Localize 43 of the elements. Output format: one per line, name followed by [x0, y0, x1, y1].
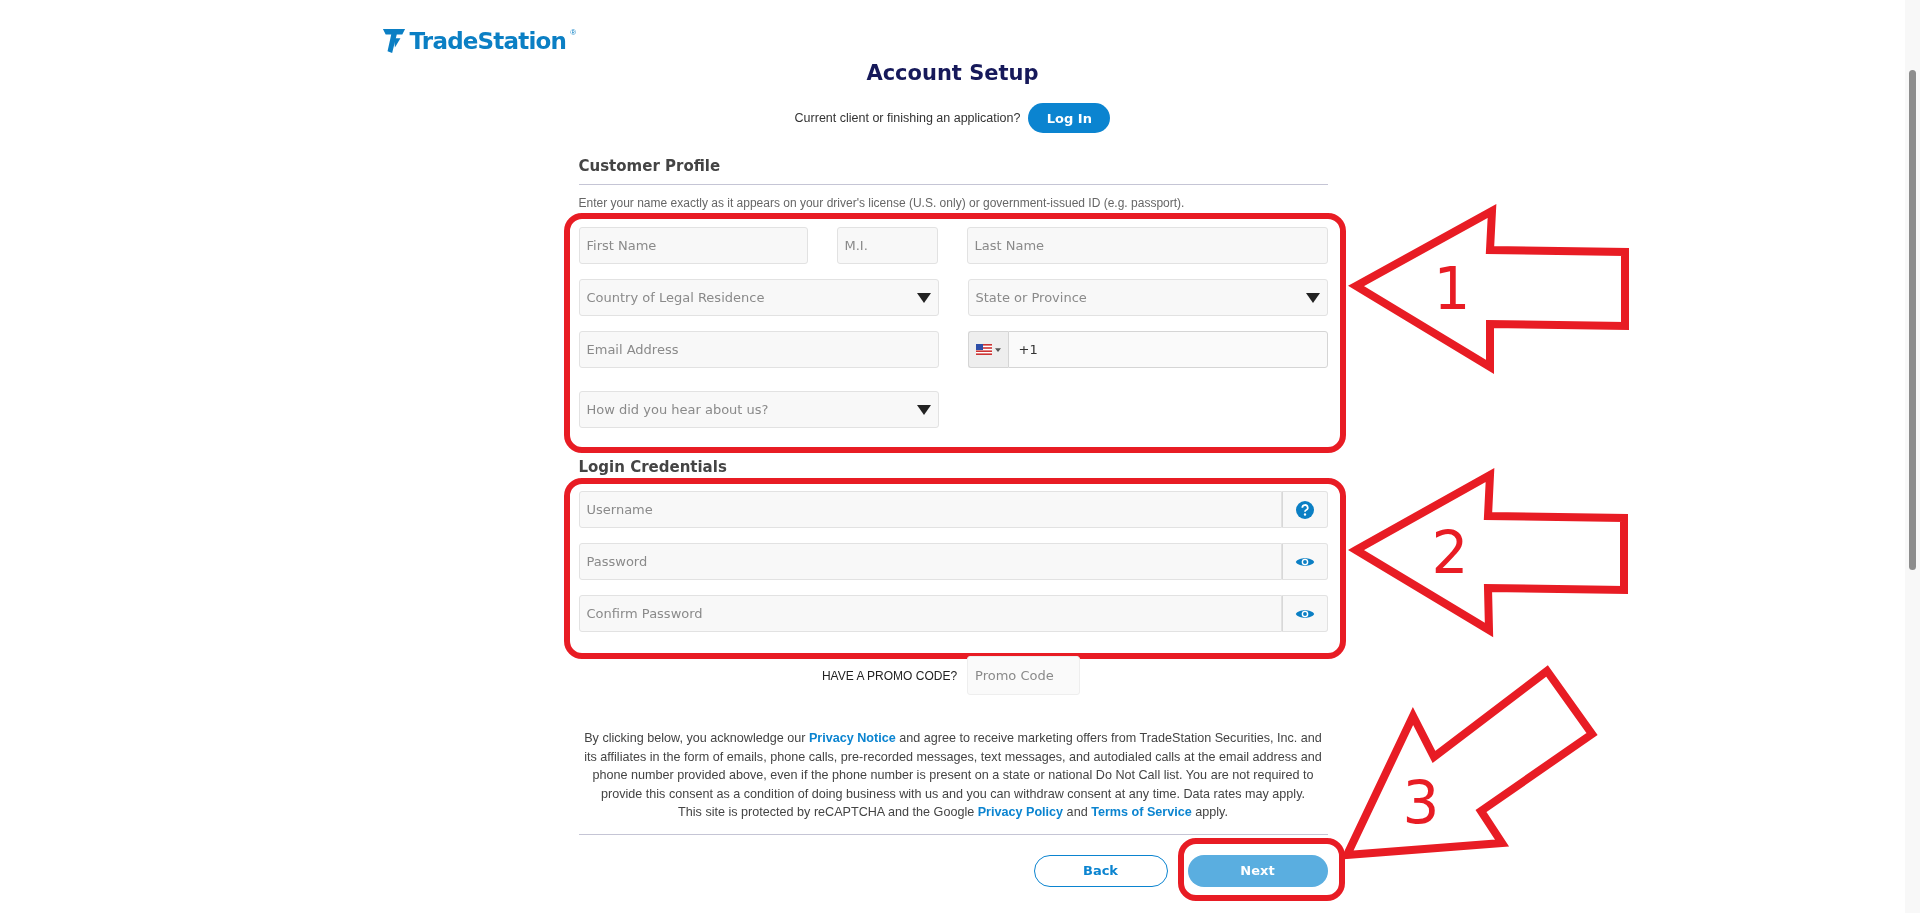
input-field[interactable]: Last Name: [966, 227, 1328, 264]
caret-icon: [994, 347, 1001, 352]
instruction-text: Enter your name exactly as it appears on your driver's license (U.S. only) or government-issued ID (e.g. passport).: [578, 196, 1186, 212]
help-icon: [1295, 500, 1314, 519]
link[interactable]: Privacy Policy: [977, 805, 1064, 819]
dropdown[interactable]: Country of Legal Residence: [578, 279, 939, 316]
logo-text: TradeStation: [409, 28, 567, 54]
annotation-number: 3: [1402, 769, 1440, 837]
link[interactable]: Privacy Notice: [808, 731, 896, 745]
flag-icon: [975, 344, 992, 355]
annotation-number: 2: [1431, 519, 1469, 587]
consent-text: This site is protected by reCAPTCHA and the Google Privacy Policy and Terms of Service apply.: [677, 804, 1229, 821]
dropdown[interactable]: State or Province: [967, 279, 1328, 316]
show-password-button[interactable]: [1281, 543, 1328, 580]
phone-field[interactable]: +1: [1007, 331, 1328, 368]
dropdown[interactable]: How did you hear about us?: [578, 391, 939, 428]
caret-icon: [916, 404, 931, 415]
input-field[interactable]: M.I.: [836, 227, 938, 264]
page-title: Account Setup: [866, 60, 1039, 87]
logo-icon: [381, 26, 406, 56]
input-field[interactable]: Password: [578, 543, 1282, 580]
input-field[interactable]: Username: [578, 491, 1282, 528]
log-in-button[interactable]: Log In: [1028, 103, 1111, 133]
scrollbar-thumb[interactable]: [1909, 70, 1916, 570]
promo-code-field[interactable]: Promo Code: [967, 656, 1081, 695]
login-prompt: Current client or finishing an application?: [794, 111, 1021, 125]
scrollbar[interactable]: [1905, 0, 1920, 913]
section-heading: Customer Profile: [578, 156, 722, 177]
input-field[interactable]: Confirm Password: [578, 595, 1282, 632]
input-field[interactable]: Email Address: [578, 331, 939, 368]
input-field[interactable]: First Name: [578, 227, 808, 264]
annotation-number: 1: [1433, 255, 1471, 323]
link[interactable]: Terms of Service: [1091, 805, 1192, 819]
show-password-button[interactable]: [1281, 595, 1328, 632]
help-button[interactable]: [1281, 491, 1328, 528]
country-code-button[interactable]: [967, 331, 1008, 368]
back-button[interactable]: Back: [1033, 854, 1168, 887]
caret-icon: [1305, 292, 1320, 303]
caret-icon: [916, 292, 931, 303]
promo-label: HAVE A PROMO CODE?: [821, 668, 958, 683]
registered-mark: ®: [570, 28, 577, 37]
section-heading: Login Credentials: [578, 457, 728, 478]
consent-text: By clicking below, you acknowledge our Privacy Notice and agree to receive marketing offers from TradeStation Securities, Inc. and its affiliates in the form of emails, phone calls, pre-recorded messages, text messages, and autodialed calls at the email address and phone number provided above, even if the phone number is present on a state or national Do Not Call list. You are not required to provide this consent as a condition of doing business with us and you can withdraw consent at any time. Data rates may apply.: [583, 730, 1323, 803]
